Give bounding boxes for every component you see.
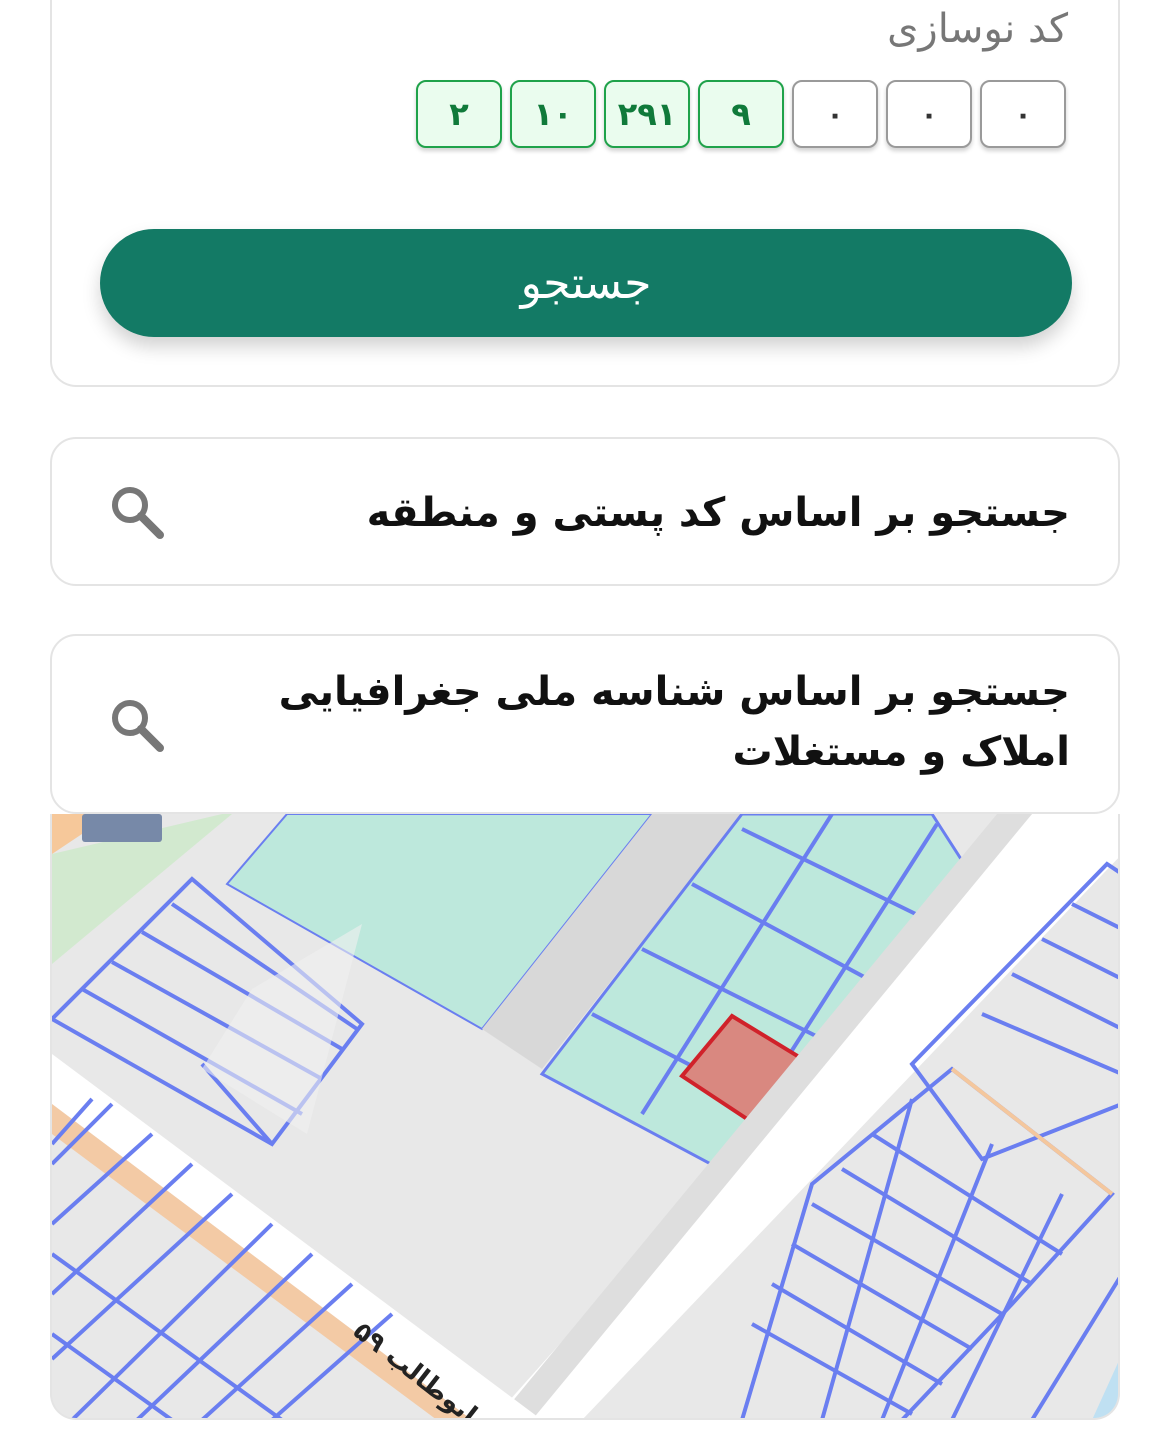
code-box-7[interactable]: ٢ <box>416 80 502 148</box>
code-box-1[interactable]: ٠ <box>980 80 1066 148</box>
map-badge <box>82 814 162 842</box>
parcel-map[interactable]: ابوطالب ۵۹ <box>50 814 1120 1420</box>
code-box-6[interactable]: ١٠ <box>510 80 596 148</box>
search-icon <box>112 487 164 539</box>
option-label-postal: جستجو بر اساس کد پستی و منطقه <box>366 490 1070 536</box>
option-label-geo-id: جستجو بر اساس شناسه ملی جغرافیایی املاک … <box>278 669 1070 775</box>
search-button[interactable]: جستجو <box>100 229 1072 337</box>
renovation-code-label: کد نوسازی <box>887 6 1068 52</box>
code-box-5[interactable]: ٢٩١ <box>604 80 690 148</box>
code-box-4[interactable]: ٩ <box>698 80 784 148</box>
renovation-code-inputs: ٠ ٠ ٠ ٩ ٢٩١ ١٠ ٢ <box>416 80 1066 148</box>
search-icon <box>112 700 164 752</box>
code-box-2[interactable]: ٠ <box>886 80 972 148</box>
search-by-national-geo-id-option[interactable]: جستجو بر اساس شناسه ملی جغرافیایی املاک … <box>50 634 1120 814</box>
search-by-postal-code-option[interactable]: جستجو بر اساس کد پستی و منطقه <box>50 437 1120 586</box>
code-box-3[interactable]: ٠ <box>792 80 878 148</box>
renovation-code-card: کد نوسازی ٠ ٠ ٠ ٩ ٢٩١ ١٠ ٢ جستجو <box>50 0 1120 387</box>
